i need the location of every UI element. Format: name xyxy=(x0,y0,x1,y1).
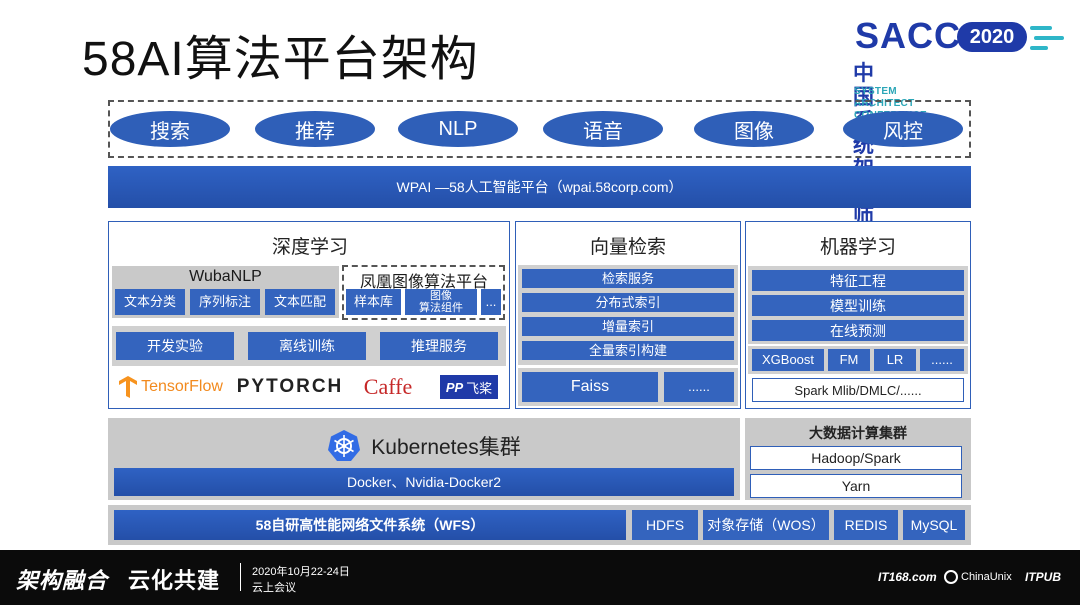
ml-model-training: 模型训练 xyxy=(752,295,964,316)
bigdata-yarn: Yarn xyxy=(750,474,962,498)
app-search: 搜索 xyxy=(110,111,230,147)
caffe-logo: Caffe xyxy=(363,374,413,399)
footer-date: 2020年10月22-24日 xyxy=(252,566,350,578)
dl-service-offline-train: 离线训练 xyxy=(248,332,366,360)
footer-brand-2: 云化共建 xyxy=(128,568,221,593)
ml-spark-mlib: Spark Mlib/DMLC/...... xyxy=(752,378,964,402)
pytorch-logo: PYTORCH xyxy=(236,376,344,397)
machine-learning-title: 机器学习 xyxy=(819,237,896,258)
footer-brand-1: 架构融合 xyxy=(16,568,109,593)
tensorflow-logo: TensorFlow xyxy=(116,373,224,401)
application-layer xyxy=(108,100,971,158)
storage-hdfs: HDFS xyxy=(632,510,698,540)
nlp-text-classify: 文本分类 xyxy=(115,289,185,315)
kubernetes-icon xyxy=(328,430,361,461)
app-risk: 风控 xyxy=(843,111,963,147)
ml-lr: LR xyxy=(874,349,916,371)
ml-feature-engineering: 特征工程 xyxy=(752,270,964,291)
phoenix-sample-lib: 样本库 xyxy=(346,289,401,315)
nlp-text-match: 文本匹配 xyxy=(265,289,335,315)
vs-search-service: 检索服务 xyxy=(522,269,734,288)
ml-online-predict: 在线预测 xyxy=(752,320,964,341)
phoenix-algo-components: 图像 算法组件 xyxy=(405,289,477,315)
nlp-sequence-label: 序列标注 xyxy=(190,289,260,315)
storage-wos: 对象存储（WOS） xyxy=(703,510,829,540)
sponsor-itpub: ITPUB xyxy=(1025,570,1061,584)
app-image: 图像 xyxy=(694,111,814,147)
sponsor-chinaunix: ChinaUnix xyxy=(961,571,1012,583)
wpai-bar: WPAI —58人工智能平台（wpai.58corp.com） xyxy=(108,166,971,208)
ml-xgboost: XGBoost xyxy=(752,349,824,371)
logo-year-badge: 2020 xyxy=(957,22,1027,52)
wubanlp-title: WubaNLP xyxy=(189,268,262,285)
dl-service-experiment: 开发实验 xyxy=(116,332,234,360)
storage-mysql: MySQL xyxy=(903,510,965,540)
footer-venue: 云上会议 xyxy=(252,582,296,594)
phoenix-more: ... xyxy=(481,289,501,315)
deep-learning-title: 深度学习 xyxy=(271,237,348,258)
app-nlp: NLP xyxy=(398,111,518,147)
storage-redis: REDIS xyxy=(834,510,898,540)
vs-full-index-build: 全量索引构建 xyxy=(522,341,734,360)
k8s-docker-bar: Docker、Nvidia-Docker2 xyxy=(114,468,734,496)
logo-sacc-text: SACC xyxy=(855,15,962,56)
footer-divider xyxy=(240,563,241,591)
bigdata-hadoop-spark: Hadoop/Spark xyxy=(750,446,962,470)
app-speech: 语音 xyxy=(543,111,663,147)
app-recommend: 推荐 xyxy=(255,111,375,147)
vs-distributed-index: 分布式索引 xyxy=(522,293,734,312)
logo-dash-decoration xyxy=(1034,36,1064,40)
logo-dash-decoration xyxy=(1030,46,1048,50)
dl-service-inference: 推理服务 xyxy=(380,332,498,360)
vs-more: ...... xyxy=(664,372,734,402)
chinaunix-icon xyxy=(944,570,958,584)
vector-search-title: 向量检索 xyxy=(589,237,666,258)
ml-fm: FM xyxy=(828,349,870,371)
k8s-title-row: Kubernetes集群 xyxy=(108,428,740,464)
logo-dash-decoration xyxy=(1030,26,1052,30)
page-title: 58AI算法平台架构 xyxy=(82,33,479,86)
vs-incremental-index: 增量索引 xyxy=(522,317,734,336)
storage-wfs: 58自研高性能网络文件系统（WFS） xyxy=(114,510,626,540)
k8s-title: Kubernetes集群 xyxy=(371,436,521,459)
paddle-logo: PP 飞桨 xyxy=(440,375,498,399)
tensorflow-icon xyxy=(119,376,138,398)
ml-more: ...... xyxy=(920,349,964,371)
sponsor-it168: IT168.com xyxy=(878,570,937,584)
bigdata-title: 大数据计算集群 xyxy=(809,425,907,441)
paddle-icon: PP xyxy=(445,379,464,395)
vs-faiss: Faiss xyxy=(522,372,658,402)
